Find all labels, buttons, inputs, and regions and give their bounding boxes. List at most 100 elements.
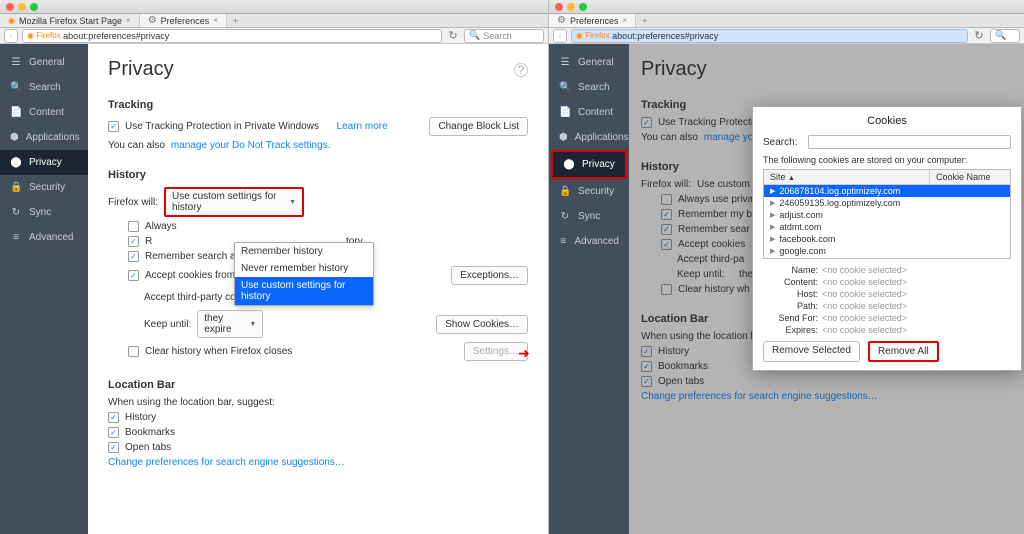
sidebar-item-applications[interactable]: ⬢Applications bbox=[0, 125, 88, 150]
sidebar-item-content[interactable]: 📄Content bbox=[549, 100, 629, 125]
tab-start-page[interactable]: ◉ Mozilla Firefox Start Page × bbox=[0, 14, 140, 27]
sidebar-item-sync[interactable]: ↻Sync bbox=[549, 204, 629, 229]
cookies-dialog: Cookies Search: The following cookies ar… bbox=[752, 106, 1022, 371]
table-row[interactable]: ▶atdmt.com bbox=[764, 221, 1010, 233]
cookie-search-input[interactable] bbox=[808, 135, 1011, 149]
tab-label: Mozilla Firefox Start Page bbox=[19, 16, 122, 26]
new-tab-button[interactable]: + bbox=[227, 14, 244, 27]
checkbox-label: History bbox=[125, 412, 156, 423]
checkbox-label: Bookmarks bbox=[125, 427, 175, 438]
sidebar-item-security[interactable]: 🔒Security bbox=[0, 175, 88, 200]
remove-selected-button[interactable]: Remove Selected bbox=[763, 341, 860, 362]
table-body: ▶206878104.log.optimizely.com ▶246059135… bbox=[764, 185, 1010, 258]
firefox-icon: ◉ Firefox bbox=[576, 31, 610, 40]
sidebar-item-label: Advanced bbox=[29, 232, 73, 243]
sidebar-item-content[interactable]: 📄 Content bbox=[0, 100, 88, 125]
keep-until-label: Keep until: bbox=[144, 319, 191, 330]
minimize-icon[interactable] bbox=[18, 3, 26, 11]
sidebar-item-search[interactable]: 🔍Search bbox=[549, 75, 629, 100]
remove-all-button[interactable]: Remove All bbox=[868, 341, 939, 362]
firefox-icon: ◉ Firefox bbox=[27, 31, 61, 40]
help-icon[interactable]: ? bbox=[514, 63, 528, 77]
address-input[interactable]: ◉ Firefox about:preferences#privacy bbox=[571, 29, 968, 43]
sidebar-item-advanced[interactable]: ≡Advanced bbox=[549, 229, 629, 254]
show-cookies-button[interactable]: Show Cookies… bbox=[436, 315, 528, 334]
minimize-icon[interactable] bbox=[567, 3, 575, 11]
content-icon: 📄 bbox=[10, 107, 22, 118]
suggest-history-checkbox[interactable] bbox=[108, 412, 119, 423]
table-row[interactable]: ▶246059135.log.optimizely.com bbox=[764, 197, 1010, 209]
exceptions-button[interactable]: Exceptions… bbox=[451, 266, 528, 285]
zoom-icon[interactable] bbox=[579, 3, 587, 11]
sidebar-item-privacy[interactable]: ⬤Privacy bbox=[551, 150, 627, 179]
general-icon: ☰ bbox=[10, 57, 22, 68]
close-icon[interactable]: × bbox=[213, 16, 218, 25]
search-ph: Search bbox=[483, 31, 512, 41]
always-private-checkbox[interactable] bbox=[128, 221, 139, 232]
search-input[interactable]: 🔍 bbox=[990, 29, 1020, 43]
suggest-bookmarks-checkbox[interactable] bbox=[108, 427, 119, 438]
search-input[interactable]: 🔍 Search bbox=[464, 29, 544, 43]
dnt-prefix: You can also bbox=[108, 140, 165, 151]
keep-until-select[interactable]: they expire▼ bbox=[197, 310, 263, 338]
col-site[interactable]: Site ▲ bbox=[764, 170, 930, 184]
dropdown-option[interactable]: Remember history bbox=[235, 243, 373, 260]
tracking-protection-checkbox[interactable] bbox=[108, 121, 119, 132]
history-mode-dropdown: Remember history Never remember history … bbox=[234, 242, 374, 306]
section-heading: Tracking bbox=[108, 99, 528, 111]
sidebar-item-sync[interactable]: ↻Sync bbox=[0, 200, 88, 225]
table-row[interactable]: ▶facebook.com bbox=[764, 233, 1010, 245]
col-cookie-name[interactable]: Cookie Name bbox=[930, 170, 1010, 184]
sidebar-item-advanced[interactable]: ≡Advanced bbox=[0, 225, 88, 250]
sidebar-item-general[interactable]: ☰General bbox=[0, 50, 88, 75]
checkbox-label: Use Tracking Protection in Private Windo… bbox=[125, 121, 319, 132]
close-icon[interactable] bbox=[6, 3, 14, 11]
learn-more-link[interactable]: Learn more bbox=[337, 121, 388, 132]
close-icon[interactable]: × bbox=[126, 16, 131, 25]
table-row[interactable]: ▶206878104.log.optimizely.com bbox=[764, 185, 1010, 197]
reload-icon[interactable]: ↻ bbox=[972, 29, 986, 43]
sidebar-item-security[interactable]: 🔒Security bbox=[549, 179, 629, 204]
suggest-open-tabs-checkbox[interactable] bbox=[108, 442, 119, 453]
titlebar bbox=[549, 0, 1024, 14]
table-row[interactable]: ▶adjust.com bbox=[764, 209, 1010, 221]
tab-preferences[interactable]: Preferences × bbox=[140, 14, 227, 27]
new-tab-button[interactable]: + bbox=[636, 14, 653, 27]
tab-preferences[interactable]: Preferences × bbox=[549, 14, 636, 27]
zoom-icon[interactable] bbox=[30, 3, 38, 11]
privacy-icon: ⬤ bbox=[10, 157, 22, 168]
table-header: Site ▲ Cookie Name bbox=[764, 170, 1010, 185]
sidebar-item-applications[interactable]: ⬢Applications bbox=[549, 125, 629, 150]
section-heading: Location Bar bbox=[108, 379, 528, 391]
back-button[interactable]: ‹ bbox=[553, 29, 567, 43]
close-icon[interactable]: × bbox=[623, 16, 628, 25]
accept-cookies-checkbox[interactable] bbox=[128, 270, 139, 281]
firefox-icon: ◉ bbox=[8, 16, 15, 25]
remember-search-checkbox[interactable] bbox=[128, 251, 139, 262]
gear-icon bbox=[148, 15, 157, 26]
clear-history-checkbox[interactable] bbox=[128, 346, 139, 357]
dropdown-option[interactable]: Use custom settings for history bbox=[235, 277, 373, 305]
reload-icon[interactable]: ↻ bbox=[446, 29, 460, 43]
change-block-list-button[interactable]: Change Block List bbox=[429, 117, 528, 136]
address-input[interactable]: ◉ Firefox about:preferences#privacy bbox=[22, 29, 442, 43]
history-mode-select[interactable]: Use custom settings for history▼ bbox=[164, 187, 304, 217]
remember-browsing-checkbox[interactable] bbox=[128, 236, 139, 247]
sort-icon: ▲ bbox=[788, 175, 795, 182]
close-icon[interactable] bbox=[555, 3, 563, 11]
dnt-link[interactable]: manage your Do Not Track settings. bbox=[171, 140, 331, 151]
disclosure-icon: ▶ bbox=[770, 187, 775, 195]
dialog-title: Cookies bbox=[763, 115, 1011, 127]
applications-icon: ⬢ bbox=[10, 132, 19, 143]
table-row[interactable]: ▶google.com bbox=[764, 245, 1010, 257]
dropdown-option[interactable]: Never remember history bbox=[235, 260, 373, 277]
sidebar-item-search[interactable]: 🔍Search bbox=[0, 75, 88, 100]
back-button[interactable]: ‹ bbox=[4, 29, 18, 43]
sidebar-item-label: Content bbox=[29, 107, 64, 118]
change-search-suggestions-link[interactable]: Change preferences for search engine sug… bbox=[108, 457, 345, 468]
sidebar-item-privacy[interactable]: ⬤Privacy bbox=[0, 150, 88, 175]
search-icon: 🔍 bbox=[469, 30, 480, 41]
sidebar-item-general[interactable]: ☰General bbox=[549, 50, 629, 75]
search-label: Search: bbox=[763, 137, 803, 148]
chevron-down-icon: ▼ bbox=[289, 199, 296, 206]
